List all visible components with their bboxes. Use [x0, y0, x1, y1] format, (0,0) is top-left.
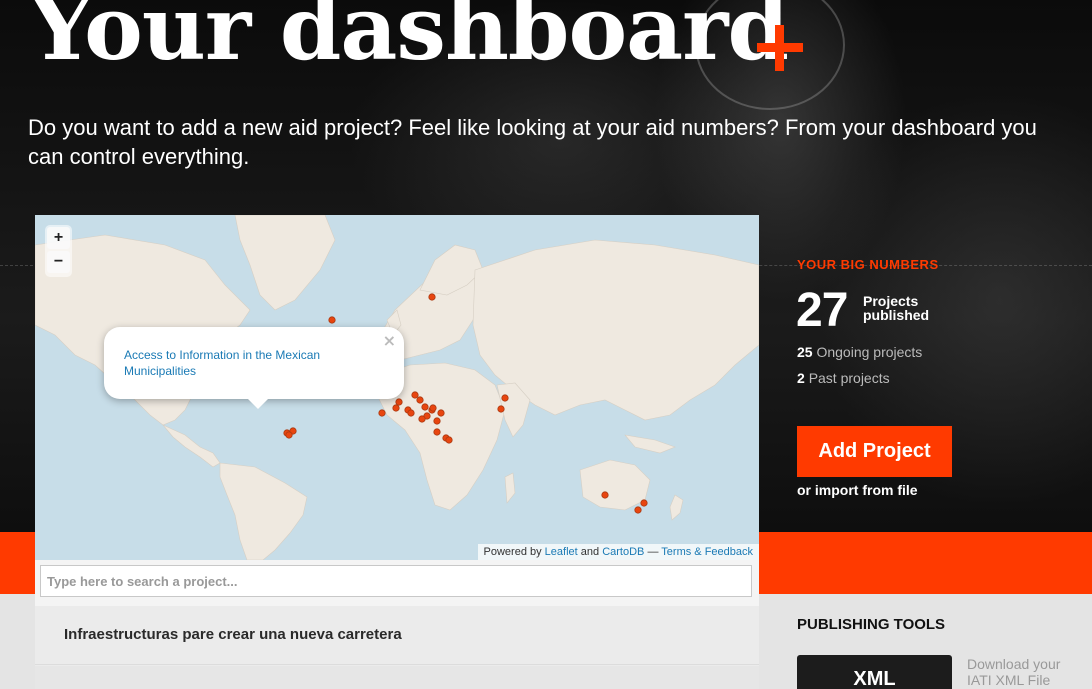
xml-download-button[interactable]: XML — [797, 655, 952, 689]
close-icon[interactable]: × — [383, 331, 396, 350]
list-item[interactable] — [35, 666, 759, 689]
past-label: Past projects — [808, 370, 890, 386]
zoom-control: + − — [45, 225, 72, 277]
big-numbers-title: YOUR BIG NUMBERS — [797, 257, 939, 272]
list-item[interactable]: Infraestructuras pare crear una nueva ca… — [35, 606, 759, 665]
popup-tip — [246, 397, 270, 409]
project-list: Infraestructuras pare crear una nueva ca… — [35, 606, 759, 689]
import-from-file-link[interactable]: or import from file — [797, 482, 918, 498]
projects-map[interactable]: + − × Access to Information in the Mexic… — [35, 215, 759, 560]
search-bar — [35, 560, 759, 606]
map-attribution: Powered by Leaflet and CartoDB — Terms &… — [477, 544, 759, 560]
leaflet-link[interactable]: Leaflet — [545, 546, 578, 558]
page-title: Your dashboard — [30, 0, 789, 80]
past-count: 2 — [797, 370, 805, 386]
add-project-button[interactable]: Add Project — [797, 426, 952, 477]
published-count: 27 — [796, 284, 848, 337]
zoom-out-button[interactable]: − — [47, 251, 70, 273]
attribution-powered-by: Powered by — [483, 546, 542, 558]
zoom-in-button[interactable]: + — [47, 227, 70, 249]
ongoing-label: Ongoing projects — [816, 344, 923, 360]
cartodb-link[interactable]: CartoDB — [602, 546, 644, 558]
terms-link[interactable]: Terms & Feedback — [661, 546, 753, 558]
plus-icon — [757, 25, 803, 71]
past-projects-stat: 2 Past projects — [797, 370, 890, 386]
intro-text: Do you want to add a new aid project? Fe… — [28, 115, 1037, 169]
popup-project-link[interactable]: Access to Information in the Mexican Mun… — [124, 347, 364, 379]
project-search-input[interactable] — [40, 565, 752, 597]
ongoing-count: 25 — [797, 344, 813, 360]
xml-download-description[interactable]: Download your IATI XML File — [967, 656, 1087, 688]
map-popup: × Access to Information in the Mexican M… — [104, 327, 404, 409]
attribution-dash: — — [647, 546, 659, 558]
project-name[interactable]: Infraestructuras pare crear una nueva ca… — [64, 626, 402, 643]
published-label: Projects published — [863, 293, 930, 323]
ongoing-projects-stat: 25 Ongoing projects — [797, 344, 922, 360]
attribution-and: and — [580, 546, 600, 558]
publishing-tools-title: PUBLISHING TOOLS — [797, 616, 946, 633]
